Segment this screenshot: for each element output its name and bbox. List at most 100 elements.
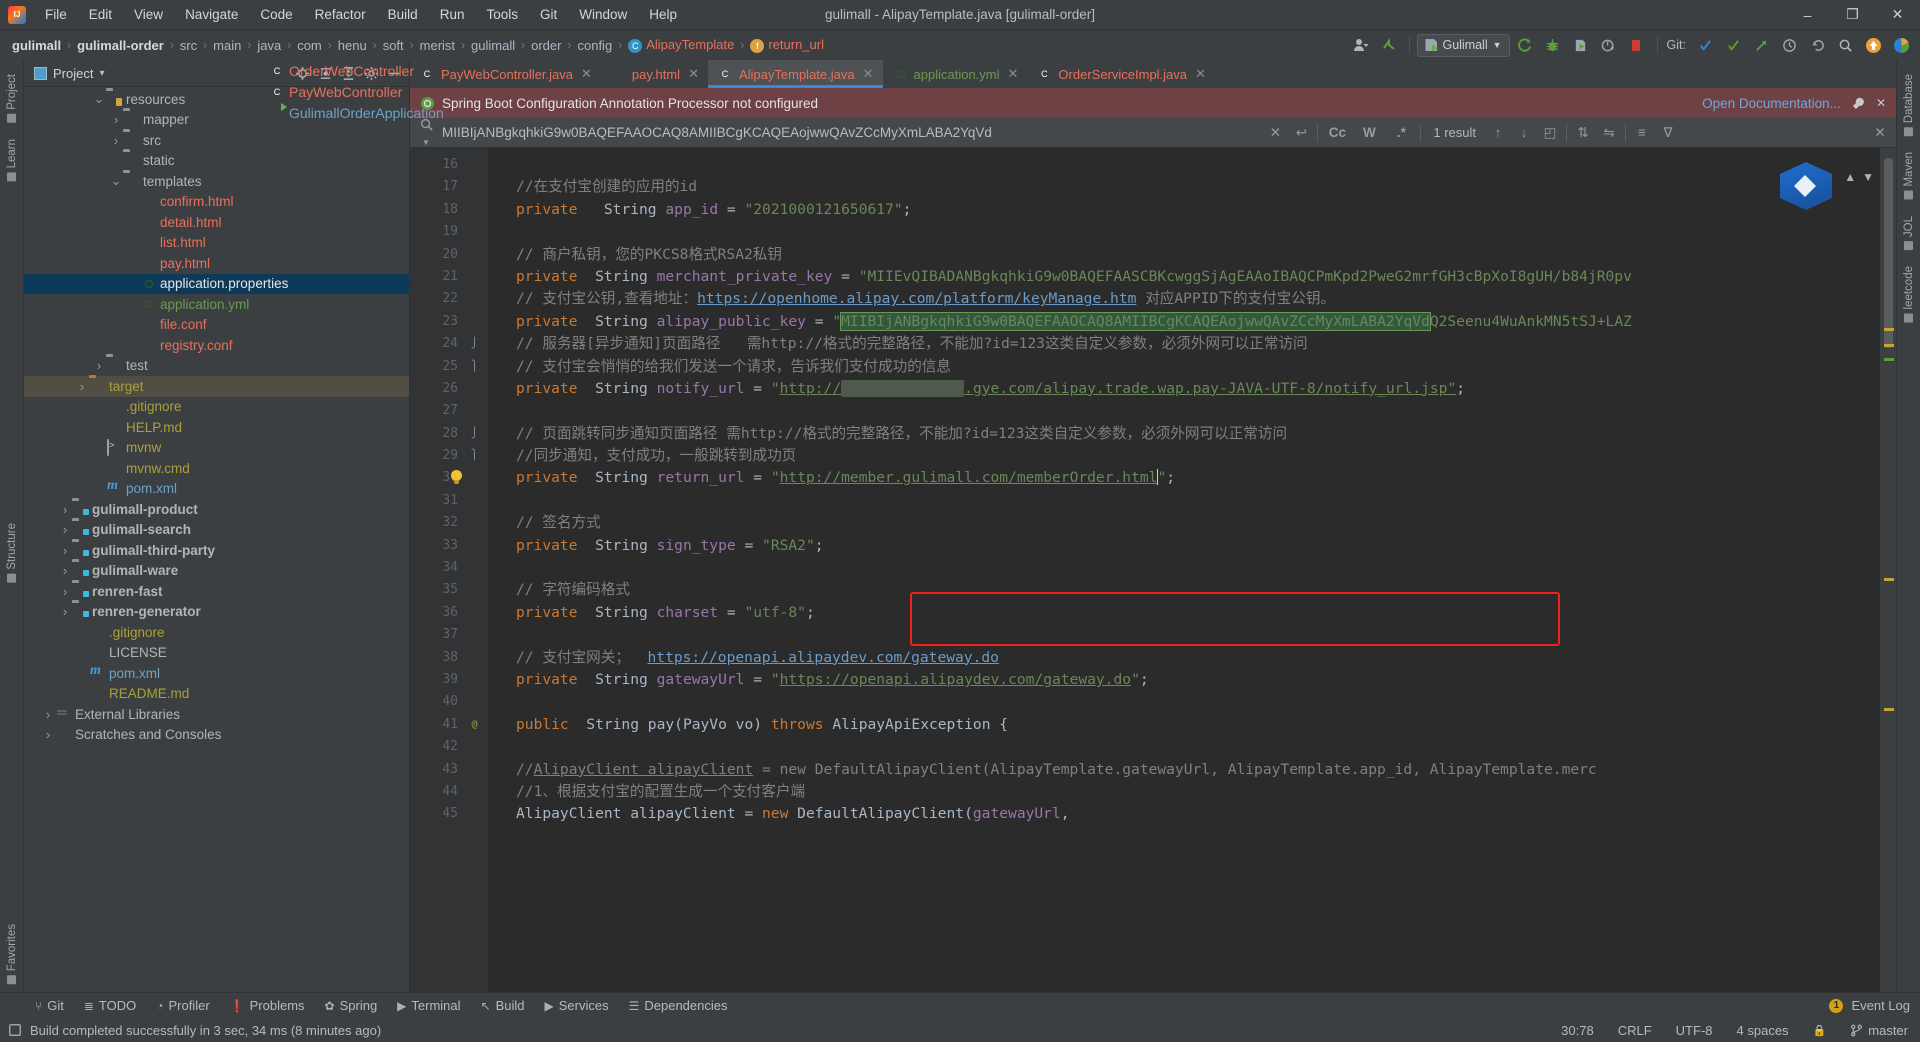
tool-window-git[interactable]: ⑂ Git: [26, 995, 73, 1016]
code-line[interactable]: [488, 624, 1880, 646]
menu-item-window[interactable]: Window: [568, 3, 638, 26]
tree-node[interactable]: pom.xml: [24, 478, 409, 500]
code-line[interactable]: // 支付宝公钥,查看地址：https://openhome.alipay.co…: [488, 288, 1880, 310]
breadcrumb-item-gulimall[interactable]: gulimall: [8, 37, 65, 54]
chevron-down-icon[interactable]: ⌄: [92, 91, 106, 107]
chevron-right-icon[interactable]: ›: [58, 522, 72, 537]
notification-close-icon[interactable]: ✕: [1876, 96, 1886, 110]
close-tab-icon[interactable]: ✕: [1008, 66, 1019, 82]
tree-node[interactable]: ⌄ templates: [24, 171, 409, 192]
menu-item-view[interactable]: View: [123, 3, 174, 26]
code-line[interactable]: private String return_url = "http://memb…: [488, 467, 1880, 489]
tree-node[interactable]: .gitignore: [24, 622, 409, 643]
update-project-icon[interactable]: [1376, 33, 1402, 57]
breadcrumb-item-gulimall[interactable]: gulimall: [467, 37, 519, 54]
run-configuration-selector[interactable]: Gulimall ▼: [1417, 33, 1510, 57]
profiler-icon[interactable]: [1596, 33, 1622, 57]
line-number[interactable]: 17: [410, 176, 488, 198]
line-number[interactable]: 37: [410, 624, 488, 646]
tool-window-structure[interactable]: Structure: [3, 515, 21, 591]
code-line[interactable]: // 签名方式: [488, 512, 1880, 534]
tool-window-learn[interactable]: Learn: [3, 131, 21, 189]
close-tab-icon[interactable]: ✕: [1195, 66, 1206, 82]
minimize-button[interactable]: –: [1785, 0, 1830, 30]
menu-item-git[interactable]: Git: [529, 3, 568, 26]
intention-bulb-icon[interactable]: [449, 470, 464, 486]
code-line[interactable]: [488, 154, 1880, 176]
code-line[interactable]: private String notify_url = "http://myho…: [488, 378, 1880, 400]
code-line[interactable]: //1、根据支付宝的配置生成一个支付客户端: [488, 781, 1880, 803]
breadcrumb-item-soft[interactable]: soft: [379, 37, 408, 54]
line-number[interactable]: 45: [410, 803, 488, 825]
plugin-icon[interactable]: [1888, 33, 1914, 57]
search-icon[interactable]: ▼: [416, 117, 436, 148]
code-line[interactable]: private String app_id = "202100012165061…: [488, 199, 1880, 221]
search-history-icon[interactable]: ↩: [1291, 125, 1311, 141]
tree-node[interactable]: LICENSE: [24, 643, 409, 664]
editor-tab-alipaytemplate-java[interactable]: AlipayTemplate.java ✕: [707, 60, 883, 88]
tool-window-build[interactable]: ↖ Build: [472, 995, 534, 1016]
tool-window-dependencies[interactable]: ☰ Dependencies: [620, 995, 737, 1016]
code-line[interactable]: private String alipay_public_key = "MIIB…: [488, 311, 1880, 333]
debug-icon[interactable]: [1540, 33, 1566, 57]
match-case-toggle[interactable]: Cc: [1324, 125, 1350, 140]
tree-node[interactable]: › External Libraries: [24, 704, 409, 725]
chevron-right-icon[interactable]: ›: [58, 563, 72, 578]
breadcrumb-item-main[interactable]: main: [209, 37, 245, 54]
tree-node[interactable]: › gulimall-ware: [24, 561, 409, 582]
tool-window-todo[interactable]: ≣ TODO: [75, 995, 145, 1016]
menu-item-refactor[interactable]: Refactor: [304, 3, 377, 26]
git-update-icon[interactable]: [1692, 33, 1718, 57]
code-line[interactable]: //AlipayClient alipayClient = new Defaul…: [488, 759, 1880, 781]
select-all-occurrences-icon[interactable]: ◰: [1540, 125, 1560, 141]
breadcrumb-item-alipaytemplate[interactable]: C AlipayTemplate: [624, 36, 738, 54]
line-number[interactable]: 41 @: [410, 714, 488, 736]
tree-node[interactable]: pom.xml: [24, 663, 409, 684]
line-number[interactable]: 35: [410, 579, 488, 601]
tree-node[interactable]: › renren-fast: [24, 581, 409, 602]
chevron-right-icon[interactable]: ›: [109, 133, 123, 148]
menu-item-edit[interactable]: Edit: [78, 3, 123, 26]
maximize-button[interactable]: ❐: [1830, 0, 1875, 30]
line-number[interactable]: 16: [410, 154, 488, 176]
line-number-gutter[interactable]: 16 17 18 19 20 21 22 23 24 ⎭ 25 ⎫ 26 27 28 ⎭ 29 ⎫ 30 31 32 33…: [410, 148, 488, 992]
breadcrumb-item-java[interactable]: java: [253, 37, 285, 54]
tree-node[interactable]: › target: [24, 376, 409, 397]
run-with-coverage-icon[interactable]: [1568, 33, 1594, 57]
line-number[interactable]: 39: [410, 669, 488, 691]
tree-node[interactable]: › test: [24, 356, 409, 377]
line-number[interactable]: 36: [410, 602, 488, 624]
line-number[interactable]: 28 ⎭: [410, 423, 488, 445]
line-number[interactable]: 43: [410, 759, 488, 781]
git-branch-widget[interactable]: master: [1846, 1021, 1912, 1040]
tree-node[interactable]: README.md: [24, 684, 409, 705]
code-line[interactable]: [488, 736, 1880, 758]
user-icon[interactable]: [1348, 33, 1374, 57]
code-line[interactable]: private String sign_type = "RSA2";: [488, 535, 1880, 557]
fold-start-icon[interactable]: ⎭: [469, 428, 480, 439]
git-history-icon[interactable]: [1776, 33, 1802, 57]
code-line[interactable]: // 服务器[异步通知]页面路径 需http://格式的完整路径，不能加?id=…: [488, 333, 1880, 355]
breadcrumb-item-config[interactable]: config: [573, 37, 616, 54]
close-tab-icon[interactable]: ✕: [688, 66, 699, 82]
tree-node[interactable]: application.properties: [24, 273, 409, 294]
menu-item-tools[interactable]: Tools: [475, 3, 529, 26]
chevron-right-icon[interactable]: ›: [58, 604, 72, 619]
code-line[interactable]: private String charset = "utf-8";: [488, 602, 1880, 624]
chevron-down-icon[interactable]: ⌄: [109, 173, 123, 189]
add-line-selection-icon[interactable]: ⇅: [1573, 125, 1593, 141]
search-everywhere-icon[interactable]: [1832, 33, 1858, 57]
line-number[interactable]: 29 ⎫: [410, 445, 488, 467]
breadcrumb-item-gulimall-order[interactable]: gulimall-order: [73, 37, 168, 54]
menu-item-file[interactable]: File: [34, 3, 78, 26]
tool-window-problems[interactable]: ❗ Problems: [221, 995, 314, 1016]
line-number[interactable]: 40: [410, 691, 488, 713]
tree-node[interactable]: › gulimall-search: [24, 520, 409, 541]
code-line[interactable]: [488, 691, 1880, 713]
tree-node[interactable]: mvnw.cmd: [24, 458, 409, 479]
tree-node[interactable]: application.yml: [24, 294, 409, 315]
tree-node[interactable]: mvnw: [24, 438, 409, 459]
chevron-down-icon[interactable]: ▼: [1862, 170, 1874, 184]
editor-tab-orderserviceimpl-java[interactable]: OrderServiceImpl.java ✕: [1027, 60, 1215, 88]
file-encoding[interactable]: UTF-8: [1672, 1021, 1717, 1040]
